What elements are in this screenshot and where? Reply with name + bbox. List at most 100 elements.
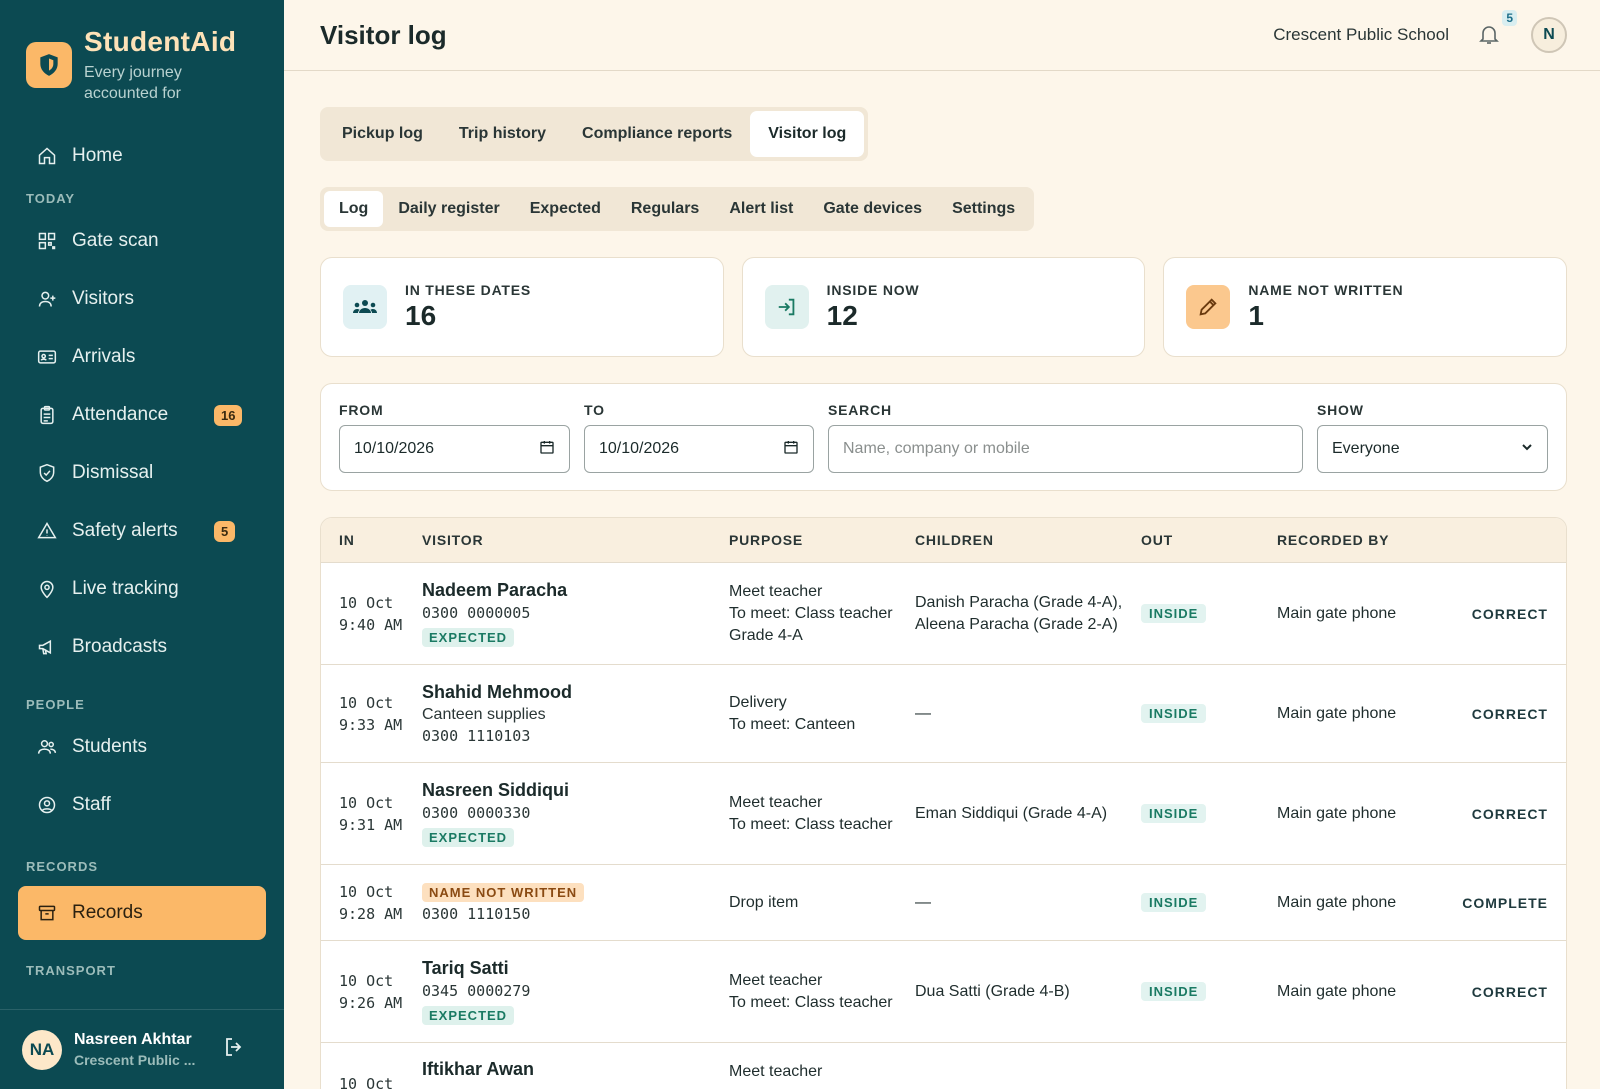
calendar-icon[interactable] [783, 439, 799, 460]
table-row[interactable]: 10 Oct 9:26 AM Tariq Satti 0345 0000279 E… [321, 940, 1566, 1042]
row-date: 10 Oct [339, 882, 394, 901]
brand-tagline: Every journey accounted for [84, 64, 182, 102]
clipboard-icon [36, 404, 58, 426]
col-children: CHILDREN [915, 532, 994, 548]
notifications-button[interactable]: 5 [1477, 10, 1517, 50]
row-date: 10 Oct [339, 971, 394, 990]
primary-tabs: Pickup log Trip history Compliance repor… [320, 107, 869, 161]
status-badge: INSIDE [1141, 804, 1207, 823]
attendance-count-badge: 16 [214, 404, 243, 426]
sidebar-item-label: Records [72, 902, 143, 923]
from-date-field[interactable]: 10/10/2026 [339, 425, 570, 473]
shield-logo-icon [26, 42, 72, 88]
sign-in-icon [764, 285, 809, 329]
row-date: 10 Oct [339, 793, 394, 812]
sidebar: StudentAid Every journey accounted for H… [0, 0, 284, 1089]
status-badge: INSIDE [1141, 704, 1207, 723]
table-row[interactable]: 10 Oct 9:28 AM NAME NOT WRITTEN 0300 1110… [321, 864, 1566, 940]
user-org: Crescent Public ... [74, 1052, 196, 1068]
sidebar-item-label: Arrivals [72, 346, 136, 367]
sidebar-item-records[interactable]: Records [18, 886, 266, 940]
stat-value: 16 [405, 300, 437, 331]
sidebar-user-panel: NA Nasreen Akhtar Crescent Public ... [0, 1009, 284, 1089]
staff-icon [36, 794, 58, 816]
account-avatar[interactable]: N [1531, 17, 1567, 53]
sidebar-item-live-tracking[interactable]: Live tracking [0, 560, 284, 618]
correct-button[interactable]: CORRECT [1437, 806, 1566, 822]
visitor-name: Iftikhar Awan [422, 1059, 535, 1079]
col-out: OUT [1141, 532, 1173, 548]
row-time: 9:33 AM [339, 715, 403, 734]
table-row[interactable]: 10 Oct 9:40 AM Nadeem Paracha 0300 000000… [321, 562, 1566, 664]
tab-regulars[interactable]: Regulars [616, 191, 714, 227]
sidebar-item-students[interactable]: Students [0, 718, 284, 776]
to-label: TO [584, 402, 605, 418]
tab-pickup-log[interactable]: Pickup log [324, 111, 441, 157]
status-badge: INSIDE [1141, 982, 1207, 1001]
expected-badge: EXPECTED [422, 628, 515, 647]
purpose: Meet teacher [729, 582, 823, 600]
children: Danish Paracha (Grade 4-A), Aleena Parac… [915, 593, 1123, 633]
sidebar-item-home[interactable]: Home [0, 128, 284, 184]
row-time: 9:26 AM [339, 993, 403, 1012]
children: Dua Satti (Grade 4-B) [915, 982, 1070, 1000]
tab-log[interactable]: Log [324, 191, 384, 227]
students-icon [36, 736, 58, 758]
tab-gate-devices[interactable]: Gate devices [808, 191, 937, 227]
sidebar-item-label: Home [72, 145, 123, 166]
col-recorded-by: RECORDED BY [1277, 532, 1390, 548]
visitor-phone: 0300 0000005 [422, 604, 531, 622]
visitor-name: Shahid Mehmood [422, 682, 572, 702]
stat-card-in-these-dates: IN THESE DATES 16 [320, 257, 724, 357]
tab-trip-history[interactable]: Trip history [441, 111, 564, 157]
stats-row: IN THESE DATES 16 INSIDE NOW 12 NAME NOT… [320, 257, 1568, 357]
stat-value: 1 [1248, 300, 1264, 331]
sidebar-item-label: Safety alerts [72, 520, 178, 541]
status-badge: INSIDE [1141, 893, 1207, 912]
table-row[interactable]: 10 Oct Iftikhar Awan Meet teacher [321, 1042, 1566, 1089]
to-date-field[interactable]: 10/10/2026 [584, 425, 814, 473]
logout-icon[interactable] [222, 1035, 246, 1064]
sidebar-item-attendance[interactable]: Attendance 16 [0, 386, 284, 444]
show-select-value: Everyone [1332, 440, 1400, 457]
sidebar-item-safety-alerts[interactable]: Safety alerts 5 [0, 502, 284, 560]
correct-button[interactable]: CORRECT [1437, 706, 1566, 722]
sidebar-item-broadcasts[interactable]: Broadcasts [0, 618, 284, 676]
show-select[interactable]: Everyone [1317, 425, 1548, 473]
sidebar-item-label: Gate scan [72, 230, 159, 251]
correct-button[interactable]: CORRECT [1437, 984, 1566, 1000]
table-row[interactable]: 10 Oct 9:33 AM Shahid Mehmood Canteen sup… [321, 664, 1566, 762]
brand: StudentAid Every journey accounted for [0, 0, 284, 128]
group-icon [343, 285, 387, 329]
warning-icon [36, 520, 58, 542]
tab-settings[interactable]: Settings [937, 191, 1030, 227]
row-time: 9:31 AM [339, 815, 403, 834]
sidebar-item-dismissal[interactable]: Dismissal [0, 444, 284, 502]
stat-card-inside-now: INSIDE NOW 12 [741, 257, 1146, 357]
correct-button[interactable]: CORRECT [1437, 606, 1566, 622]
calendar-icon[interactable] [539, 439, 555, 460]
tab-compliance-reports[interactable]: Compliance reports [564, 111, 750, 157]
visitor-name: Tariq Satti [422, 958, 509, 978]
col-visitor: VISITOR [422, 532, 484, 548]
tab-alert-list[interactable]: Alert list [714, 191, 808, 227]
purpose: Meet teacher [729, 971, 823, 989]
tab-visitor-log[interactable]: Visitor log [750, 111, 865, 157]
pencil-icon [1186, 285, 1231, 329]
tab-expected[interactable]: Expected [515, 191, 616, 227]
visitor-name: Nadeem Paracha [422, 580, 568, 600]
sidebar-item-visitors[interactable]: Visitors [0, 270, 284, 328]
sidebar-item-staff[interactable]: Staff [0, 776, 284, 834]
sidebar-item-gate-scan[interactable]: Gate scan [0, 212, 284, 270]
secondary-tabs: Log Daily register Expected Regulars Ale… [320, 187, 1035, 231]
tab-daily-register[interactable]: Daily register [383, 191, 514, 227]
sidebar-item-arrivals[interactable]: Arrivals [0, 328, 284, 386]
table-row[interactable]: 10 Oct 9:31 AM Nasreen Siddiqui 0300 0000… [321, 762, 1566, 864]
search-input[interactable]: Name, company or mobile [828, 425, 1303, 473]
user-name: Nasreen Akhtar [74, 1031, 192, 1048]
complete-button[interactable]: COMPLETE [1437, 895, 1566, 911]
bell-icon [1477, 26, 1501, 50]
sidebar-item-label: Students [72, 736, 147, 757]
stat-label: NAME NOT WRITTEN [1248, 282, 1404, 298]
user-avatar[interactable]: NA [22, 1029, 62, 1070]
